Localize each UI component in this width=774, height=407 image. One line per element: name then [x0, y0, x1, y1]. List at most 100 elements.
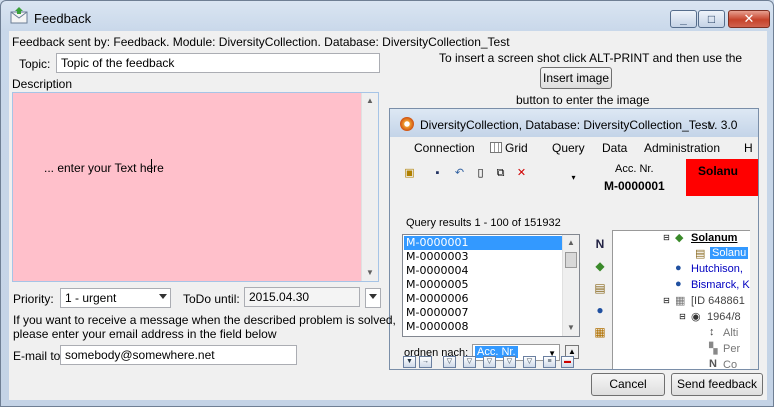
envelope-icon [10, 7, 28, 24]
maximize-button[interactable]: □ [698, 10, 725, 28]
leaf-icon: ◆ [595, 259, 605, 273]
filter-icon: ▽ [443, 356, 456, 368]
embedded-title-bar: DiversityCollection, Database: Diversity… [390, 109, 758, 137]
cancel-button[interactable]: Cancel [591, 373, 665, 396]
embedded-menu-help: H [744, 141, 753, 155]
embedded-list-scrollbar: ▲ ▼ [562, 235, 579, 336]
filter-icon: ▬ [561, 356, 574, 368]
embedded-query-results: Query results 1 - 100 of 151932 [406, 217, 561, 229]
chevron-down-icon[interactable] [369, 294, 377, 299]
tree-node: [ID 648861 [691, 295, 745, 307]
embedded-acc-value: M-0000001 [604, 179, 665, 193]
chevron-down-icon[interactable] [159, 294, 167, 299]
north-arrow-icon: N [709, 358, 717, 370]
embedded-acc-label: Acc. Nr. [615, 163, 654, 175]
embedded-menu-connection: Connection [414, 141, 475, 155]
description-text: ... enter your Text here [44, 161, 164, 175]
tree-node: Hutchison, [691, 263, 743, 275]
delete-icon: ✕ [516, 167, 527, 179]
new-document-icon: ▯ [477, 167, 484, 179]
embedded-menu-grid: Grid [490, 141, 528, 155]
scroll-up-icon[interactable]: ▲ [362, 93, 378, 109]
dialog-client: Feedback sent by: Feedback. Module: Dive… [9, 31, 767, 400]
tree-node: Solanum [691, 232, 738, 244]
tree-node: 1964/8 [707, 311, 741, 323]
list-item: M-0000005 [406, 278, 469, 291]
maximize-icon: □ [707, 12, 716, 26]
embedded-menu-query: Query [552, 141, 585, 155]
email-hint-line2: please enter your email address in the f… [13, 327, 277, 341]
embedded-menu-administration: Administration [644, 141, 721, 155]
filter-icon: ▽ [483, 356, 496, 368]
tree-node: Co [723, 359, 738, 370]
date-picker-button[interactable] [365, 288, 381, 308]
todo-date-field[interactable]: 2015.04.30 [244, 287, 360, 307]
tree-expander-icon: ⊟ [679, 312, 686, 321]
minimize-button[interactable]: _ [670, 10, 697, 28]
scroll-down-icon: ▼ [567, 323, 575, 332]
description-scrollbar[interactable]: ▲ ▼ [361, 93, 378, 281]
title-bar[interactable]: Feedback _ □ ✕ [1, 1, 773, 31]
leaf-icon: ◆ [675, 232, 684, 244]
embedded-red-label: Solanu [698, 164, 739, 178]
embedded-tree-scrollbar [750, 230, 758, 369]
grid-icon [490, 142, 502, 153]
save-icon: ▪ [435, 167, 440, 179]
description-label: Description [12, 77, 73, 91]
priority-label: Priority: [13, 292, 54, 306]
priority-value: 1 - urgent [65, 291, 117, 305]
email-label: E-mail to: [13, 349, 64, 363]
priority-select[interactable]: 1 - urgent [60, 288, 171, 308]
note-icon: ▤ [695, 248, 706, 260]
screenshot-hint-line1: To insert a screen shot click ALT-PRINT … [439, 51, 743, 65]
tree-expander-icon: ⊟ [663, 296, 670, 305]
window-title: Feedback [34, 11, 92, 26]
embedded-results-list: M-0000001 M-0000003 M-0000004 M-0000005 … [402, 234, 580, 337]
close-button[interactable]: ✕ [728, 10, 770, 28]
altitude-icon: ↕ [709, 326, 715, 338]
tree-node: Alti [723, 327, 739, 339]
undo-icon: ↶ [454, 167, 465, 179]
screenshot-hint-line2: button to enter the image [516, 93, 650, 107]
todo-label: ToDo until: [183, 292, 240, 306]
hierarchy-icon: ▦ [594, 325, 606, 339]
description-textarea[interactable]: ... enter your Text here ▲ ▼ [12, 92, 379, 282]
tree-node: Solanu [710, 247, 749, 259]
close-icon: ✕ [743, 11, 755, 26]
embedded-tree: ⊟ ◆ Solanum ▤ Solanu ● Hutchison, ● Bism… [612, 230, 758, 370]
tree-expander-icon: ⊟ [663, 233, 670, 242]
embedded-red-field: Solanu [686, 159, 758, 196]
list-item: M-0000003 [406, 250, 469, 263]
list-item: M-0000004 [406, 264, 469, 277]
list-item: M-0000007 [406, 306, 469, 319]
gear-icon [400, 117, 414, 131]
embedded-version: v. 3.0 [709, 118, 738, 132]
filter-icon: ▽ [463, 356, 476, 368]
filter-icon: ▽ [523, 356, 536, 368]
email-hint-line1: If you want to receive a message when th… [13, 313, 396, 327]
person-icon: ● [675, 262, 682, 274]
scroll-thumb [565, 252, 577, 268]
list-item: M-0000008 [406, 320, 469, 333]
person-icon: ● [596, 303, 604, 317]
filter-icon: → [419, 356, 432, 368]
folder-icon: ▣ [404, 167, 415, 179]
embedded-menubar: Connection Grid Query Data Administratio… [390, 137, 758, 159]
insert-image-button[interactable]: Insert image [540, 67, 612, 89]
embedded-menu-data: Data [602, 141, 628, 155]
globe-icon: ◉ [691, 311, 701, 323]
tree-node: Per [723, 343, 741, 355]
gazetteer-icon: ▚ [709, 343, 718, 355]
note-icon: ▤ [594, 281, 606, 295]
scroll-down-icon[interactable]: ▼ [362, 265, 378, 281]
send-feedback-button[interactable]: Send feedback [671, 373, 763, 396]
filter-icon: ▼ [403, 356, 416, 368]
overflow-chevron-icon: ▾ [571, 173, 576, 182]
filter-icon: ≡ [543, 356, 556, 368]
filter-icon: ▽ [503, 356, 516, 368]
info-line: Feedback sent by: Feedback. Module: Dive… [12, 35, 510, 49]
email-input[interactable]: somebody@somewhere.net [60, 345, 297, 365]
topic-input[interactable]: Topic of the feedback [56, 53, 380, 73]
list-item: M-0000001 [404, 236, 562, 250]
scroll-up-icon: ▲ [567, 238, 575, 247]
